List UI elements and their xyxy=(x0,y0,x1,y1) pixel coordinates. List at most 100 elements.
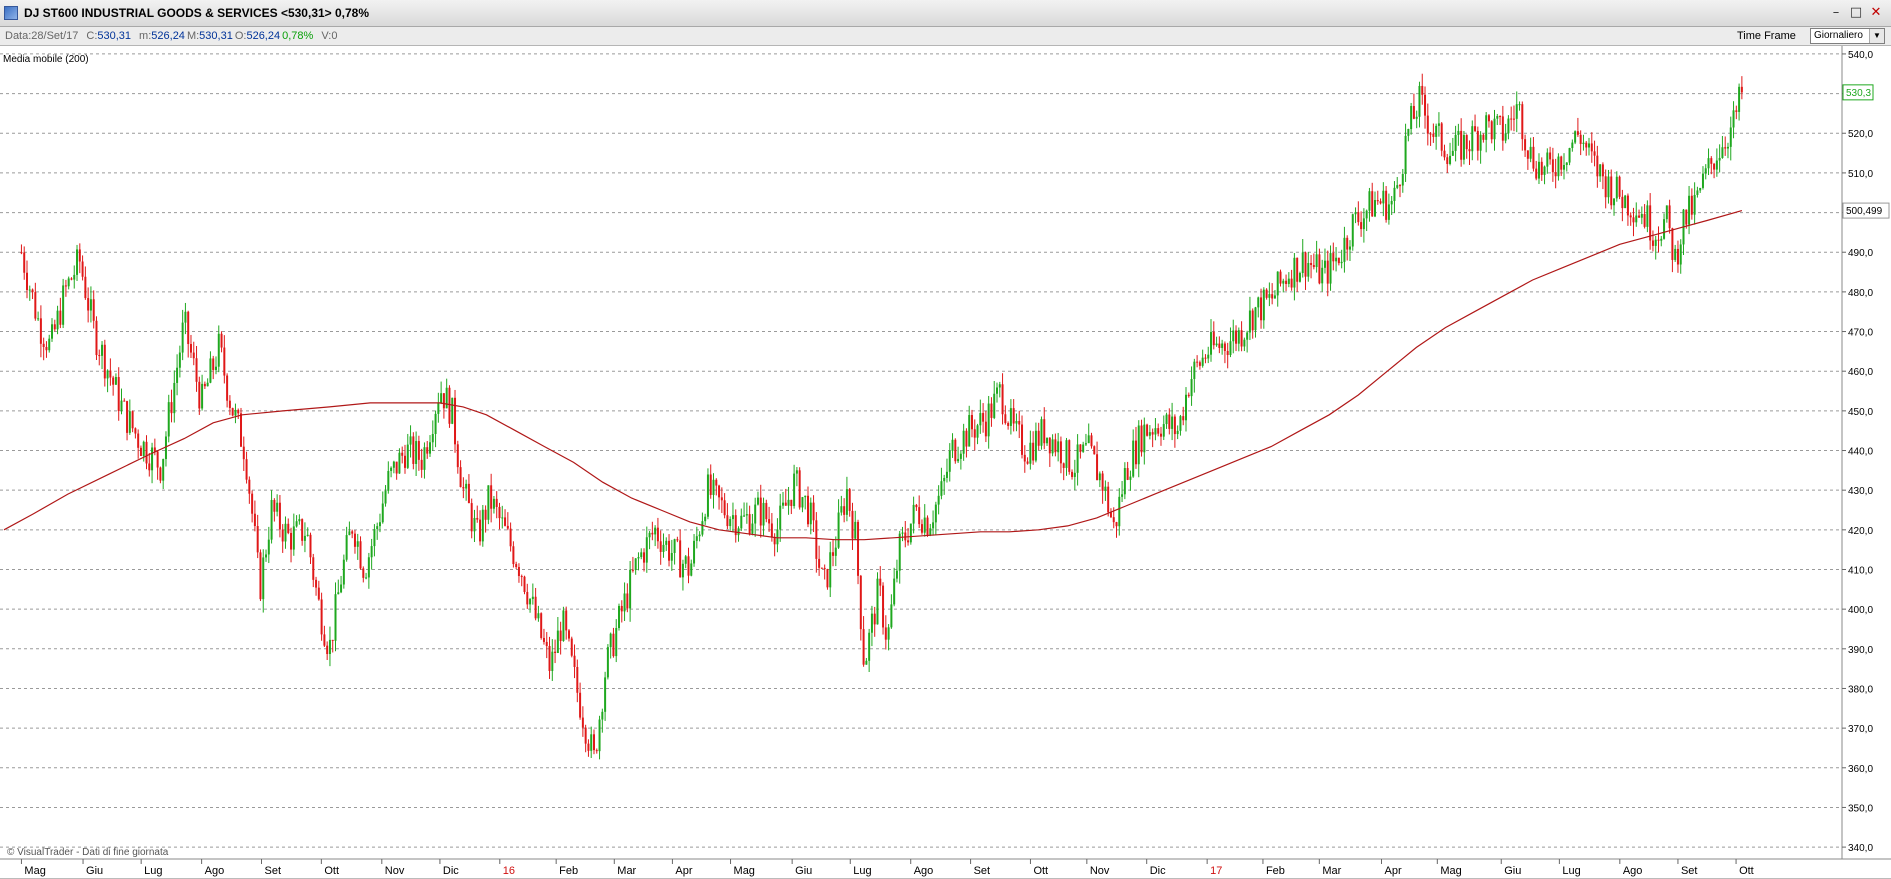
candle-body xyxy=(781,502,784,506)
candle-body xyxy=(873,613,876,625)
candle-body xyxy=(1657,239,1660,241)
x-tick-label: Mag xyxy=(734,865,755,877)
candle-body xyxy=(665,540,668,545)
candle-body xyxy=(1701,173,1704,188)
candle-body xyxy=(1471,126,1474,152)
candle-body xyxy=(1098,473,1101,481)
candle-body xyxy=(1410,106,1413,130)
restore-icon[interactable]: □ xyxy=(1849,6,1863,20)
candle-body xyxy=(1351,214,1354,247)
candle-body xyxy=(340,584,343,593)
candle-body xyxy=(1568,148,1571,163)
candle-body xyxy=(1237,330,1240,344)
candle-body xyxy=(834,547,837,556)
candle-body xyxy=(1396,185,1399,188)
x-tick-label: Giu xyxy=(795,865,812,877)
candle-body xyxy=(1543,166,1546,175)
candle-body xyxy=(1432,133,1435,137)
candle-body xyxy=(1560,156,1563,170)
close-icon[interactable]: ✕ xyxy=(1869,6,1883,20)
dropdown-arrow-icon[interactable]: ▼ xyxy=(1869,29,1884,43)
candle-body xyxy=(1007,423,1010,426)
candle-body xyxy=(214,366,217,370)
timeframe-label: Time Frame xyxy=(1737,30,1796,42)
candle-body xyxy=(170,402,173,414)
moving-average-tag: 500,499 xyxy=(1842,202,1890,219)
candle-body xyxy=(1143,424,1146,453)
close-label: C: xyxy=(86,30,98,42)
candle-body xyxy=(1212,332,1215,346)
min-label: m: xyxy=(139,30,152,42)
x-tick-label: Set xyxy=(974,865,991,877)
candle-body xyxy=(1643,214,1646,227)
candle-body xyxy=(253,513,256,527)
volume-label: V: xyxy=(321,30,332,42)
candle-body xyxy=(337,592,340,595)
timeframe-select[interactable]: Giornaliero ▼ xyxy=(1810,28,1885,44)
candle-body xyxy=(1699,187,1702,191)
candle-body xyxy=(431,433,434,443)
candle-body xyxy=(765,502,768,520)
candle-body xyxy=(1193,361,1196,380)
candle-body xyxy=(1474,126,1477,131)
candle-body xyxy=(434,413,437,434)
candle-body xyxy=(381,503,384,523)
candle-body xyxy=(1429,133,1432,135)
candle-body xyxy=(534,596,537,619)
candle-body xyxy=(945,471,948,478)
candle-body xyxy=(120,400,123,412)
candle-body xyxy=(1482,134,1485,140)
candle-body xyxy=(112,377,115,385)
candle-body xyxy=(1232,330,1235,342)
candle-body xyxy=(1537,161,1540,179)
candle-body xyxy=(645,537,648,563)
candle-body xyxy=(159,467,162,481)
candle-body xyxy=(998,384,1001,388)
candle-body xyxy=(542,637,545,642)
candle-body xyxy=(198,381,201,409)
candle-body xyxy=(1068,440,1071,472)
candle-body xyxy=(754,504,757,524)
candle-body xyxy=(309,534,312,558)
candle-body xyxy=(895,570,898,579)
y-tick-label: 340,0 xyxy=(1848,843,1873,854)
moving-average-value: 500,499 xyxy=(1846,206,1883,217)
candle-body xyxy=(1040,419,1043,446)
candle-body xyxy=(1196,361,1199,363)
candle-body xyxy=(37,318,40,320)
candle-body xyxy=(598,719,601,752)
y-tick-label: 480,0 xyxy=(1848,288,1873,299)
candle-body xyxy=(554,651,557,653)
candle-body xyxy=(1296,257,1299,282)
candle-body xyxy=(1496,116,1499,119)
candle-body xyxy=(62,285,65,325)
candle-body xyxy=(787,499,790,506)
candle-body xyxy=(1084,443,1087,445)
candle-body xyxy=(1576,131,1579,135)
candle-body xyxy=(1335,257,1338,262)
candle-body xyxy=(1015,420,1018,424)
candle-body xyxy=(912,504,915,524)
candle-body xyxy=(151,447,154,471)
candle-body xyxy=(1365,210,1368,219)
candle-body xyxy=(209,358,212,383)
minimize-icon[interactable]: – xyxy=(1829,6,1843,20)
candle-body xyxy=(490,485,493,509)
candle-body xyxy=(798,470,801,508)
candle-body xyxy=(1462,135,1465,160)
candle-body xyxy=(467,483,470,504)
app-chart-icon xyxy=(4,6,18,20)
candle-body xyxy=(67,278,70,287)
candle-body xyxy=(51,324,54,339)
candle-body xyxy=(145,441,148,464)
price-chart[interactable]: 540,0530,0520,0510,0500,0490,0480,0470,0… xyxy=(0,46,1891,878)
candle-body xyxy=(706,474,709,517)
x-tick-label: Ago xyxy=(914,865,934,877)
candle-body xyxy=(256,526,259,553)
candle-body xyxy=(1051,439,1054,454)
candle-body xyxy=(1326,260,1329,284)
candle-body xyxy=(737,528,740,536)
candle-body xyxy=(595,750,598,752)
candle-body xyxy=(270,499,273,540)
candle-body xyxy=(1009,408,1012,426)
